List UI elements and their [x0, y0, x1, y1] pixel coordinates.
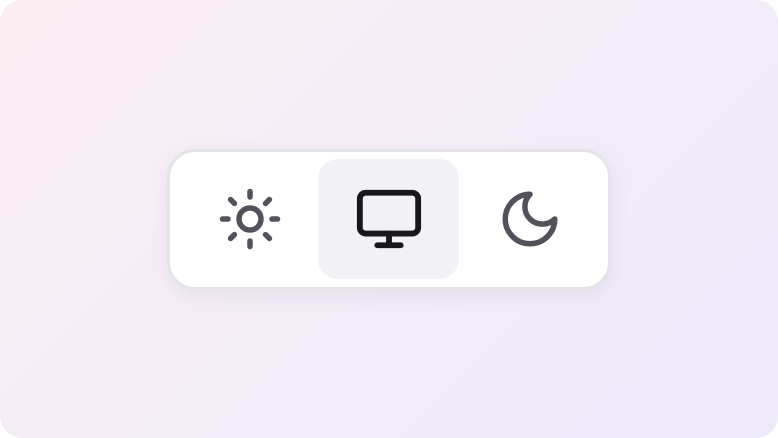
monitor-icon: [356, 189, 421, 249]
sun-icon: [219, 188, 280, 250]
background-canvas: [0, 0, 778, 438]
moon-icon: [502, 191, 557, 247]
theme-option-light[interactable]: [179, 159, 320, 279]
theme-option-system[interactable]: [318, 159, 459, 279]
theme-option-dark[interactable]: [459, 159, 600, 279]
theme-switcher: [167, 149, 611, 290]
